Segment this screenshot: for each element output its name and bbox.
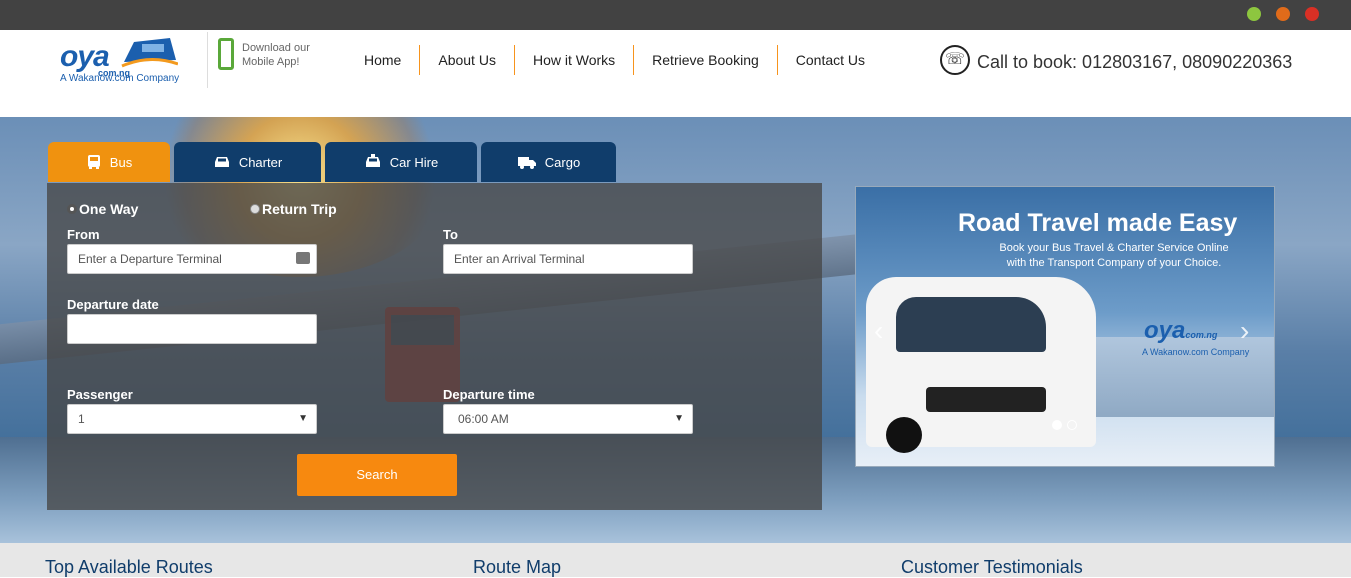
divider [207, 32, 208, 88]
promo-logo: oyacom.ng [1144, 317, 1217, 345]
promo-subtitle-line-1: Book your Bus Travel & Charter Service O… [999, 242, 1229, 254]
green-dot-icon[interactable] [1247, 7, 1261, 21]
departure-time-select[interactable]: 06:00 AM ▼ [443, 404, 693, 434]
departure-date-input[interactable] [67, 314, 317, 344]
taxi-icon [365, 154, 380, 167]
departure-time-value: 06:00 AM [458, 412, 509, 426]
red-dot-icon[interactable] [1305, 7, 1319, 21]
nav-retrieve-booking[interactable]: Retrieve Booking [634, 45, 778, 75]
app-line-1: Download our [242, 42, 310, 54]
logo-tagline: A Wakanow.com Company [60, 73, 180, 84]
departure-terminal-input[interactable]: Enter a Departure Terminal [67, 244, 317, 274]
section-top-routes: Top Available Routes [45, 557, 213, 577]
promo-logo-domain: com.ng [1185, 330, 1218, 340]
tab-cargo[interactable]: Cargo [481, 142, 616, 182]
app-line-2: Mobile App! [242, 56, 300, 68]
truck-icon [517, 157, 536, 169]
slider-bullet-active[interactable] [1052, 420, 1062, 430]
arrival-placeholder: Enter an Arrival Terminal [454, 252, 585, 266]
chevron-down-icon: ▼ [298, 413, 308, 424]
radio-one-way[interactable]: One Way [67, 201, 138, 217]
promo-subtitle-line-2: with the Transport Company of your Choic… [1006, 257, 1222, 269]
service-tabs: Bus Charter Car Hire Cargo [48, 142, 616, 182]
chevron-right-icon[interactable]: › [1240, 315, 1249, 347]
arrival-terminal-input[interactable]: Enter an Arrival Terminal [443, 244, 693, 274]
radio-unselected-icon [250, 204, 260, 214]
orange-dot-icon[interactable] [1276, 7, 1290, 21]
phone-call-icon: ☏ [940, 45, 970, 75]
car-icon [214, 157, 229, 167]
bus-icon [87, 155, 100, 169]
site-header: oya com.ng A Wakanow.com Company Downloa… [0, 30, 1351, 117]
section-testimonials: Customer Testimonials [901, 557, 1083, 577]
promo-title: Road Travel made Easy [958, 209, 1238, 237]
search-button[interactable]: Search [297, 454, 457, 496]
mobile-phone-icon[interactable] [218, 38, 234, 70]
tab-bus-label: Bus [109, 154, 133, 170]
passenger-value: 1 [78, 412, 85, 426]
departure-date-label: Departure date [67, 297, 159, 312]
tab-charter[interactable]: Charter [174, 142, 321, 182]
bus-logo-icon [121, 38, 178, 68]
keyboard-icon[interactable] [296, 252, 310, 264]
radio-return-trip-label: Return Trip [262, 201, 337, 217]
chevron-left-icon[interactable]: ‹ [874, 315, 883, 347]
passenger-select[interactable]: 1 ▼ [67, 404, 317, 434]
radio-one-way-label: One Way [79, 201, 139, 217]
browser-topbar [0, 0, 1351, 30]
nav-about-us[interactable]: About Us [420, 45, 515, 75]
passenger-label: Passenger [67, 387, 133, 402]
section-route-map: Route Map [473, 557, 562, 577]
nav-how-it-works[interactable]: How it Works [515, 45, 635, 75]
from-label: From [67, 227, 100, 242]
promo-slider: Road Travel made Easy Book your Bus Trav… [855, 186, 1275, 467]
departure-time-label: Departure time [443, 387, 535, 402]
white-van-image [866, 277, 1096, 453]
nav-contact-us[interactable]: Contact Us [778, 45, 883, 75]
tab-charter-label: Charter [238, 154, 283, 170]
promo-logo-wordmark: oya [1144, 317, 1186, 344]
main-nav: Home About Us How it Works Retrieve Book… [346, 45, 883, 75]
to-label: To [443, 227, 458, 242]
bottom-sections: Top Available Routes Route Map Customer … [0, 543, 1351, 577]
download-app-link[interactable]: Download our Mobile App! [242, 41, 310, 69]
slider-bullet[interactable] [1067, 420, 1077, 430]
tab-car-hire-label: Car Hire [389, 154, 439, 170]
tab-cargo-label: Cargo [544, 154, 581, 170]
nav-home[interactable]: Home [346, 45, 421, 75]
radio-return-trip[interactable]: Return Trip [250, 201, 337, 217]
call-to-book-text: Call to book: 012803167, 08090220363 [977, 52, 1293, 72]
tab-bus[interactable]: Bus [48, 142, 170, 182]
departure-placeholder: Enter a Departure Terminal [78, 252, 222, 266]
tab-car-hire[interactable]: Car Hire [325, 142, 477, 182]
radio-selected-icon [67, 204, 77, 214]
promo-subtitle: Book your Bus Travel & Charter Service O… [974, 241, 1254, 271]
chevron-down-icon: ▼ [674, 413, 684, 424]
promo-logo-tagline: A Wakanow.com Company [1142, 347, 1250, 357]
